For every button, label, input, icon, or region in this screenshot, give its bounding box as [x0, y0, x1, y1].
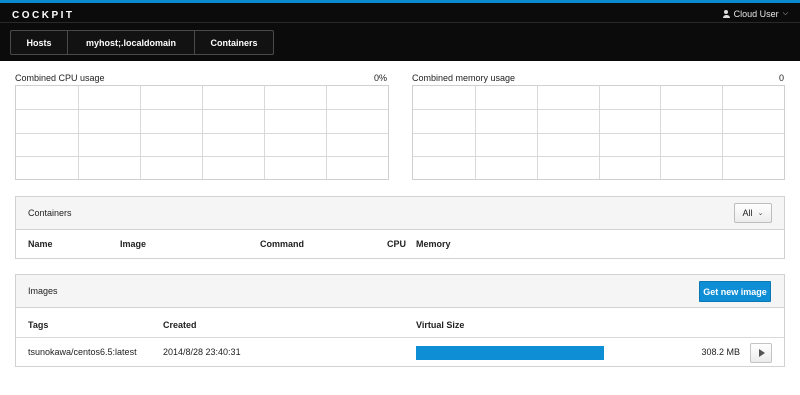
- cpu-chart-title: Combined CPU usage: [15, 73, 105, 83]
- col-name[interactable]: Name: [28, 239, 53, 249]
- user-menu[interactable]: Cloud User ⌵: [722, 9, 788, 19]
- containers-title: Containers: [28, 208, 72, 218]
- col-cpu[interactable]: CPU: [387, 239, 406, 249]
- run-image-button[interactable]: [750, 343, 772, 363]
- cpu-chart-value: 0%: [373, 73, 387, 83]
- virtual-size-bar: [416, 346, 604, 360]
- memory-chart-value: 0: [778, 73, 784, 83]
- grid-line: [16, 109, 388, 110]
- images-panel: Images Get new image Tags Created Virtua…: [15, 274, 785, 367]
- grid-line: [16, 133, 388, 134]
- images-panel-header: Images Get new image: [16, 275, 784, 308]
- image-size: 308.2 MB: [701, 347, 740, 357]
- breadcrumb-host[interactable]: myhost;.localdomain: [68, 31, 195, 54]
- brand-logo[interactable]: COCKPIT: [12, 10, 75, 21]
- grid-line: [16, 156, 388, 157]
- images-title: Images: [28, 286, 58, 296]
- col-tags[interactable]: Tags: [28, 320, 48, 330]
- grid-line: [413, 109, 784, 110]
- grid-line: [413, 133, 784, 134]
- filter-value: All: [742, 208, 753, 218]
- navbar-divider: [0, 22, 800, 23]
- image-created: 2014/8/28 23:40:31: [163, 347, 241, 357]
- top-navbar: COCKPIT Cloud User ⌵ Hosts myhost;.local…: [0, 0, 800, 61]
- containers-panel: Containers All ⌄ Name Image Command CPU …: [15, 196, 785, 259]
- virtual-size-bar-fill: [416, 346, 604, 360]
- breadcrumb-hosts[interactable]: Hosts: [11, 31, 68, 54]
- user-icon: [722, 10, 730, 18]
- breadcrumb-containers[interactable]: Containers: [195, 31, 273, 54]
- cpu-usage-chart: [15, 85, 389, 180]
- col-virtual-size[interactable]: Virtual Size: [416, 320, 464, 330]
- containers-panel-header: Containers All ⌄: [16, 197, 784, 230]
- col-memory[interactable]: Memory: [416, 239, 451, 249]
- col-image[interactable]: Image: [120, 239, 146, 249]
- image-tag[interactable]: tsunokawa/centos6.5:latest: [28, 347, 137, 357]
- grid-line: [413, 156, 784, 157]
- col-command[interactable]: Command: [260, 239, 304, 249]
- play-icon: [759, 349, 765, 357]
- col-created[interactable]: Created: [163, 320, 197, 330]
- chevron-down-icon: ⌵: [782, 10, 788, 17]
- breadcrumb: Hosts myhost;.localdomain Containers: [10, 30, 274, 55]
- chevron-down-icon: ⌄: [757, 210, 764, 217]
- get-new-image-button[interactable]: Get new image: [699, 281, 771, 302]
- containers-filter-select[interactable]: All ⌄: [734, 203, 772, 223]
- memory-chart-title: Combined memory usage: [412, 73, 516, 83]
- row-divider: [16, 337, 784, 338]
- memory-usage-chart: [412, 85, 785, 180]
- user-label: Cloud User: [733, 9, 779, 19]
